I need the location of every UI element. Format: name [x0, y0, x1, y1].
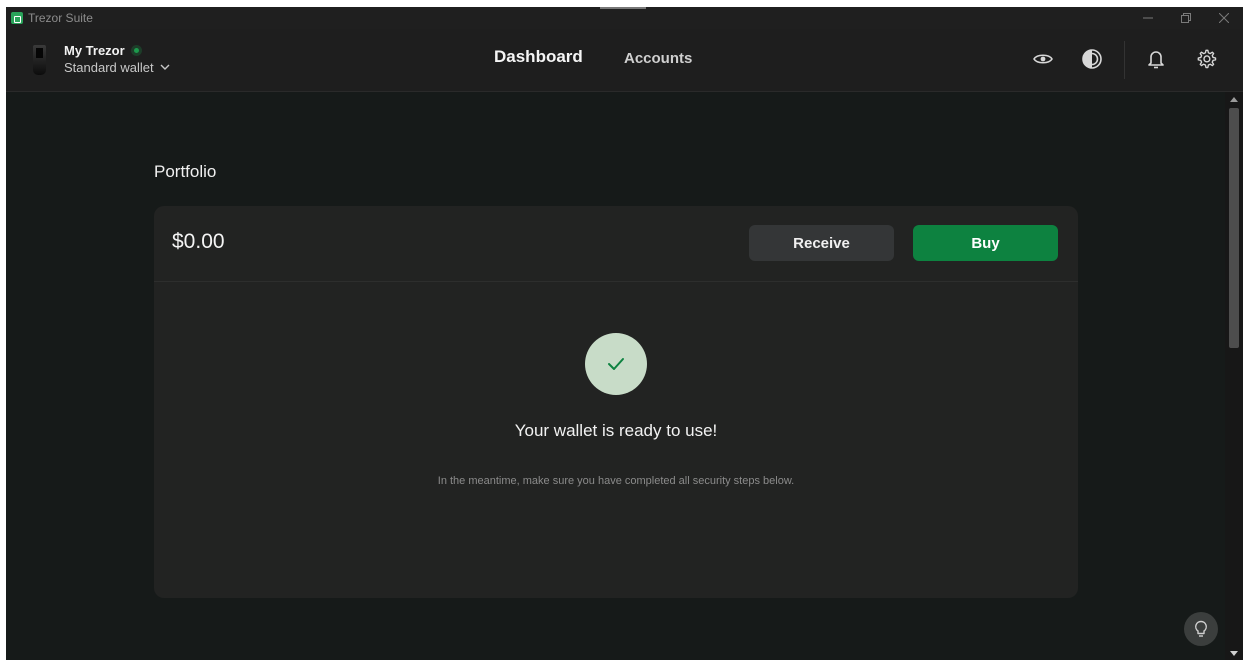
- theme-icon: [1082, 49, 1102, 69]
- vertical-scrollbar[interactable]: [1225, 92, 1243, 660]
- minimize-icon: [1143, 17, 1153, 19]
- wallet-type-label: Standard wallet: [64, 60, 154, 75]
- close-icon: [1219, 13, 1229, 23]
- checkmark-icon: [608, 358, 624, 370]
- notifications-button[interactable]: [1143, 46, 1169, 72]
- trezor-app-icon: [11, 12, 23, 24]
- restore-button[interactable]: [1167, 7, 1205, 29]
- eye-icon: [1033, 54, 1053, 64]
- arrow-down-icon: [1230, 650, 1238, 656]
- arrow-up-icon: [1230, 96, 1238, 102]
- title-bar: Trezor Suite: [6, 7, 1243, 29]
- restore-icon: [1181, 13, 1191, 23]
- close-button[interactable]: [1205, 7, 1243, 29]
- receive-button[interactable]: Receive: [749, 225, 894, 261]
- device-name[interactable]: My Trezor: [64, 43, 125, 58]
- guide-button[interactable]: [1184, 612, 1218, 646]
- window-controls: [1129, 7, 1243, 29]
- gear-icon: [1197, 49, 1217, 69]
- portfolio-balance: $0.00: [172, 230, 225, 253]
- scroll-up-button[interactable]: [1225, 92, 1243, 106]
- theme-toggle-button[interactable]: [1079, 46, 1105, 72]
- dashboard-main: Portfolio $0.00 Receive Buy Your wallet …: [6, 92, 1225, 660]
- wallet-ready-subtitle: In the meantime, make sure you have comp…: [437, 475, 795, 487]
- settings-button[interactable]: [1193, 46, 1219, 72]
- buy-button[interactable]: Buy: [913, 225, 1058, 261]
- window-title: Trezor Suite: [28, 11, 93, 25]
- portfolio-card-header: $0.00 Receive Buy: [154, 206, 1078, 282]
- bell-icon: [1148, 51, 1164, 69]
- device-image[interactable]: [33, 45, 46, 75]
- connected-status-dot: [134, 48, 139, 53]
- wallet-ready-title: Your wallet is ready to use!: [514, 421, 718, 440]
- lightbulb-icon: [1195, 620, 1207, 637]
- scroll-thumb[interactable]: [1229, 108, 1239, 348]
- portfolio-card: $0.00 Receive Buy Your wallet is ready t…: [154, 206, 1078, 598]
- nav-accounts[interactable]: Accounts: [624, 50, 692, 67]
- app-header: My Trezor Standard wallet Dashboard Acco…: [6, 29, 1243, 92]
- minimize-button[interactable]: [1129, 7, 1167, 29]
- chevron-down-icon: [160, 64, 170, 70]
- nav-dashboard[interactable]: Dashboard: [494, 47, 583, 67]
- title-drag-handle[interactable]: [600, 7, 646, 9]
- portfolio-heading: Portfolio: [154, 162, 217, 181]
- header-divider: [1124, 41, 1125, 79]
- wallet-type-selector[interactable]: Standard wallet: [64, 60, 170, 75]
- success-badge: [585, 333, 647, 395]
- scroll-down-button[interactable]: [1225, 646, 1243, 660]
- app-window: Trezor Suite My Trezor Standard wallet D…: [6, 7, 1243, 660]
- hide-balance-button[interactable]: [1030, 46, 1056, 72]
